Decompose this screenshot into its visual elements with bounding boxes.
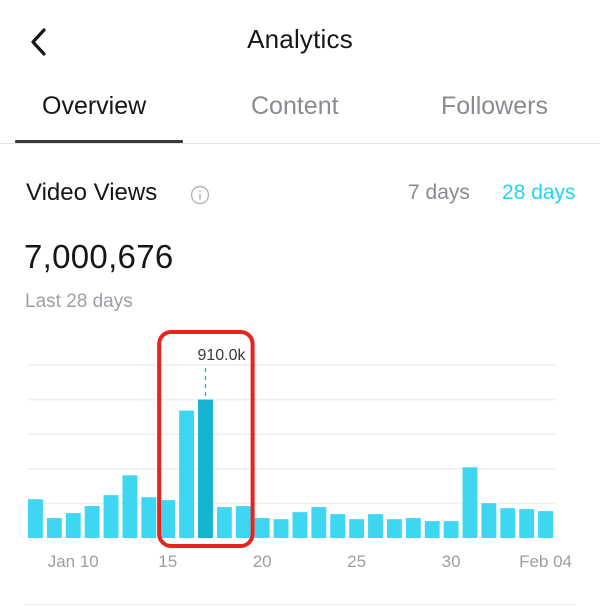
x-tick-label: Feb 04 [519, 552, 572, 571]
bar[interactable] [349, 519, 365, 538]
bar[interactable] [28, 499, 43, 538]
bar-selected[interactable] [198, 399, 213, 538]
bar[interactable] [386, 519, 402, 538]
bar[interactable] [46, 518, 62, 538]
selected-value-label: 910.0k [197, 347, 246, 364]
x-tick-label: 20 [253, 552, 272, 571]
total-views: 7,000,676 [24, 238, 174, 275]
bar[interactable] [443, 521, 459, 538]
bar[interactable] [122, 475, 138, 538]
range-7-days[interactable]: 7 days [408, 181, 470, 205]
bar[interactable] [330, 514, 346, 538]
video-views-chart: Jan 10 15 20 25 30 Feb 04 910.0k [27, 330, 572, 571]
bar[interactable] [141, 497, 157, 538]
bar[interactable] [368, 514, 383, 538]
metric-title: Video Views [26, 179, 158, 206]
x-tick-label: Jan 10 [48, 552, 99, 571]
bar[interactable] [292, 512, 308, 538]
x-tick-label: 25 [347, 552, 366, 571]
info-circle-icon[interactable] [190, 185, 210, 205]
bar[interactable] [424, 521, 440, 538]
bar[interactable] [254, 518, 270, 538]
bar[interactable] [481, 503, 497, 538]
x-tick-label: 30 [442, 552, 461, 571]
bar[interactable] [103, 495, 119, 538]
header-divider [0, 143, 600, 144]
tab-overview[interactable]: Overview [42, 92, 146, 121]
bar[interactable] [160, 500, 176, 538]
bar[interactable] [216, 507, 232, 538]
bar[interactable] [65, 513, 81, 538]
bar[interactable] [500, 508, 516, 538]
bar[interactable] [462, 467, 478, 538]
section-divider [24, 604, 576, 605]
bar[interactable] [84, 506, 100, 538]
bar[interactable] [273, 519, 289, 538]
bar[interactable] [179, 410, 195, 538]
bar[interactable] [538, 511, 553, 538]
x-tick-label: 15 [158, 552, 177, 571]
period-label: Last 28 days [25, 291, 133, 312]
page-title: Analytics [247, 24, 353, 54]
tab-content[interactable]: Content [251, 92, 339, 121]
range-28-days[interactable]: 28 days [502, 181, 576, 205]
bar[interactable] [405, 518, 421, 538]
bar[interactable] [235, 506, 251, 538]
bar[interactable] [311, 507, 327, 538]
tab-bar: Overview Content Followers [0, 88, 600, 144]
bar[interactable] [519, 509, 535, 538]
tab-followers[interactable]: Followers [441, 92, 548, 121]
